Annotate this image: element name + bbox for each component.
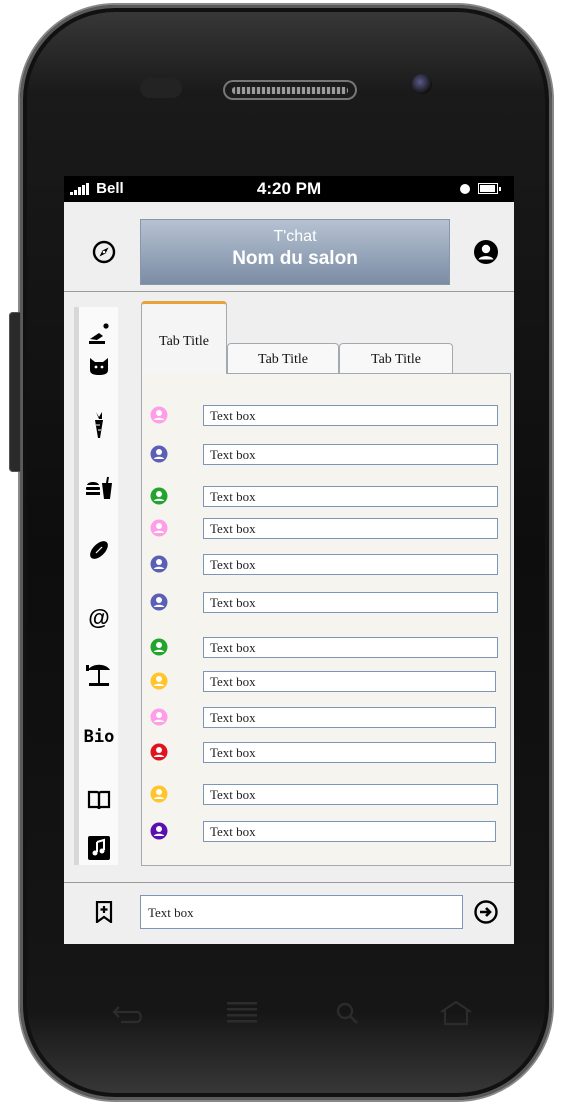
user-avatar-icon[interactable]: [150, 406, 168, 424]
add-bookmark-icon[interactable]: [84, 892, 124, 932]
music-note-icon[interactable]: [83, 833, 115, 863]
message-text-box[interactable]: Text box: [203, 784, 498, 805]
menu-icon[interactable]: [225, 1000, 259, 1031]
tab-label: Tab Title: [371, 352, 421, 367]
speaker-grill: [232, 87, 348, 94]
user-account-icon[interactable]: [466, 232, 506, 272]
header-divider: [64, 291, 514, 292]
user-avatar-icon[interactable]: [150, 593, 168, 611]
fast-food-icon[interactable]: [83, 473, 115, 503]
footer-divider: [64, 882, 514, 883]
tab-label: Tab Title: [159, 334, 209, 349]
compass-icon[interactable]: [84, 232, 124, 272]
bowling-icon[interactable]: [83, 319, 115, 349]
tab-2[interactable]: Tab Title: [227, 343, 339, 373]
user-avatar-icon[interactable]: [150, 555, 168, 573]
carrot-icon[interactable]: [83, 410, 115, 440]
message-input[interactable]: Text box: [140, 895, 463, 929]
user-avatar-icon[interactable]: [150, 519, 168, 537]
status-time: 4:20 PM: [256, 179, 322, 198]
message-text-box[interactable]: Text box: [203, 486, 498, 507]
search-icon[interactable]: [335, 1001, 361, 1032]
tab-1[interactable]: Tab Title: [141, 301, 227, 374]
user-avatar-icon[interactable]: [150, 822, 168, 840]
rugby-ball-icon[interactable]: [83, 535, 115, 565]
volume-button: [9, 312, 21, 472]
message-text-box[interactable]: Text box: [203, 742, 496, 763]
message-text-box[interactable]: Text box: [203, 444, 498, 465]
front-camera: [412, 74, 432, 94]
bio-icon[interactable]: Bio: [83, 722, 115, 752]
room-name: Nom du salon: [232, 248, 358, 269]
home-icon[interactable]: [438, 1000, 474, 1031]
user-avatar-icon[interactable]: [150, 672, 168, 690]
user-avatar-icon[interactable]: [150, 743, 168, 761]
alarm-icon: [460, 184, 470, 194]
tab-strip-line: [227, 373, 511, 374]
tab-3[interactable]: Tab Title: [339, 343, 453, 373]
chat-title: T'chat: [273, 228, 317, 245]
user-avatar-icon[interactable]: [150, 487, 168, 505]
back-icon[interactable]: [111, 1003, 147, 1030]
send-arrow-icon[interactable]: [466, 892, 506, 932]
status-bar: Bell 4:20 PM: [64, 176, 514, 202]
cat-icon[interactable]: [83, 351, 115, 381]
room-header: T'chat Nom du salon: [140, 219, 450, 285]
user-avatar-icon[interactable]: [150, 445, 168, 463]
user-avatar-icon[interactable]: [150, 638, 168, 656]
category-sidebar: @ Bio: [74, 307, 118, 865]
message-text-box[interactable]: Text box: [203, 671, 496, 692]
screen: Bell 4:20 PM T'chat Nom du salon @ Bio T…: [64, 176, 514, 944]
message-text-box[interactable]: Text box: [203, 821, 496, 842]
at-sign-icon[interactable]: @: [83, 603, 115, 633]
message-text-box[interactable]: Text box: [203, 592, 498, 613]
message-text-box[interactable]: Text box: [203, 554, 498, 575]
book-icon[interactable]: [83, 785, 115, 815]
user-avatar-icon[interactable]: [150, 708, 168, 726]
tab-label: Tab Title: [258, 352, 308, 367]
user-avatar-icon[interactable]: [150, 785, 168, 803]
message-text-box[interactable]: Text box: [203, 518, 498, 539]
message-text-box[interactable]: Text box: [203, 405, 498, 426]
message-text-box[interactable]: Text box: [203, 707, 496, 728]
beach-umbrella-icon[interactable]: [83, 661, 115, 691]
proximity-sensor: [140, 78, 182, 98]
battery-icon: [478, 183, 501, 194]
message-text-box[interactable]: Text box: [203, 637, 498, 658]
